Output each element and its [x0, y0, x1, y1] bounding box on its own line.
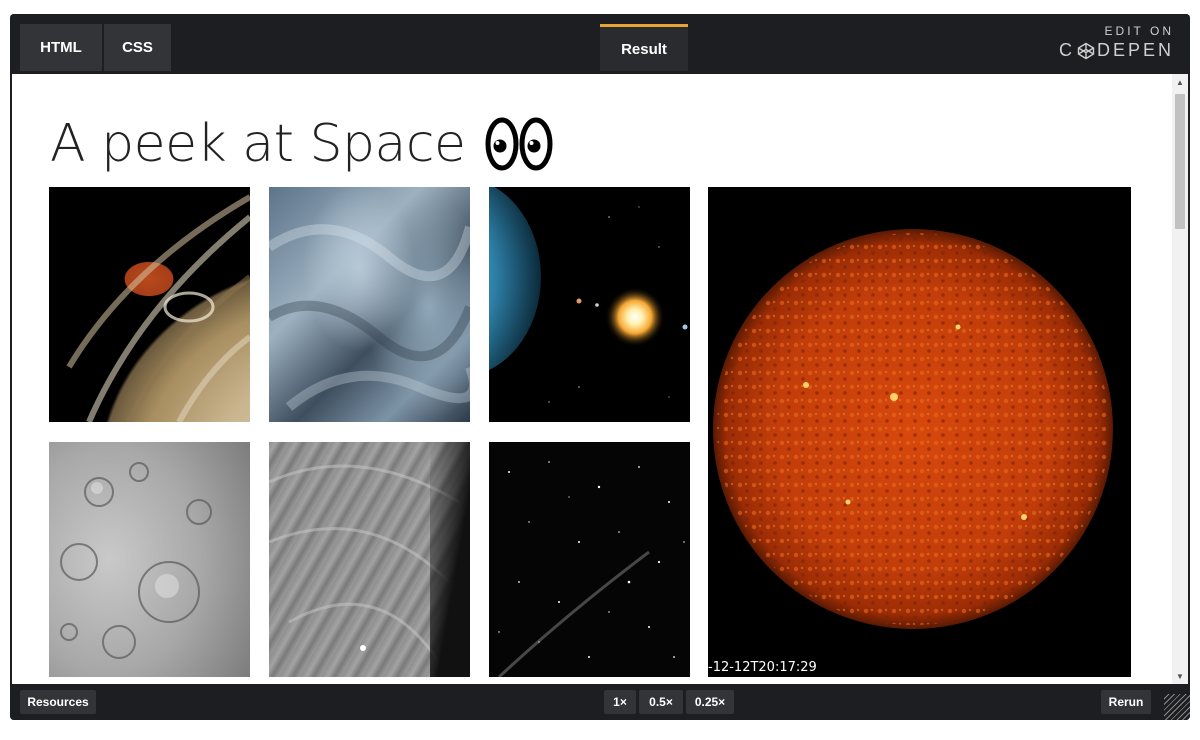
tab-css[interactable]: CSS [104, 24, 171, 71]
result-frame: A peek at Space -12-12T20:17:29 ▲ ▼ [12, 74, 1188, 684]
zoom-1x-button[interactable]: 1× [604, 690, 636, 714]
exoplanet-drawing [489, 187, 688, 403]
sun-image: -12-12T20:17:29 [708, 187, 1131, 677]
eyes-icon [485, 117, 553, 171]
resize-grip-icon[interactable] [1164, 694, 1190, 720]
bottom-bar: Resources 1× 0.5× 0.25× Rerun [10, 684, 1190, 720]
edit-on-label: EDIT ON [1104, 24, 1174, 38]
top-bar: HTML CSS Result EDIT ON C DEPEN [10, 14, 1190, 74]
terrain-texture [269, 464, 460, 663]
scroll-down-arrow-icon[interactable]: ▼ [1172, 668, 1188, 684]
jupiter-image [49, 187, 250, 422]
dunes-image [269, 187, 470, 422]
zoom-025x-button[interactable]: 0.25× [686, 690, 734, 714]
exoplanet-system-image [489, 187, 690, 422]
dunes-texture [269, 224, 470, 411]
codepen-brand-left: C [1058, 40, 1075, 60]
page-title-text: A peek at Space [50, 114, 466, 174]
page-title: A peek at Space [50, 114, 553, 174]
codepen-brand-right: DEPEN [1096, 40, 1174, 60]
codepen-logo: C DEPEN [1059, 40, 1174, 61]
surface-terrain-image [269, 442, 470, 677]
cratered-moon-image [49, 442, 250, 677]
scroll-up-arrow-icon[interactable]: ▲ [1172, 74, 1188, 90]
edit-on-codepen-link[interactable]: EDIT ON C DEPEN [1059, 24, 1174, 61]
vertical-scrollbar[interactable]: ▲ ▼ [1172, 74, 1188, 684]
moon-craters [60, 462, 212, 659]
jupiter-texture [66, 194, 250, 422]
tab-result[interactable]: Result [600, 24, 688, 71]
tab-html[interactable]: HTML [20, 24, 102, 71]
codepen-embed: HTML CSS Result EDIT ON C DEPEN A peek a… [10, 14, 1190, 720]
starfield-image [489, 442, 690, 677]
scroll-thumb[interactable] [1175, 94, 1185, 229]
starfield-drawing [497, 461, 685, 677]
sun-drawing [713, 229, 1113, 629]
rerun-button[interactable]: Rerun [1101, 690, 1151, 714]
zoom-05x-button[interactable]: 0.5× [639, 690, 683, 714]
codepen-cube-icon [1077, 42, 1095, 59]
resources-button[interactable]: Resources [20, 690, 96, 714]
sun-timestamp: -12-12T20:17:29 [708, 660, 817, 675]
